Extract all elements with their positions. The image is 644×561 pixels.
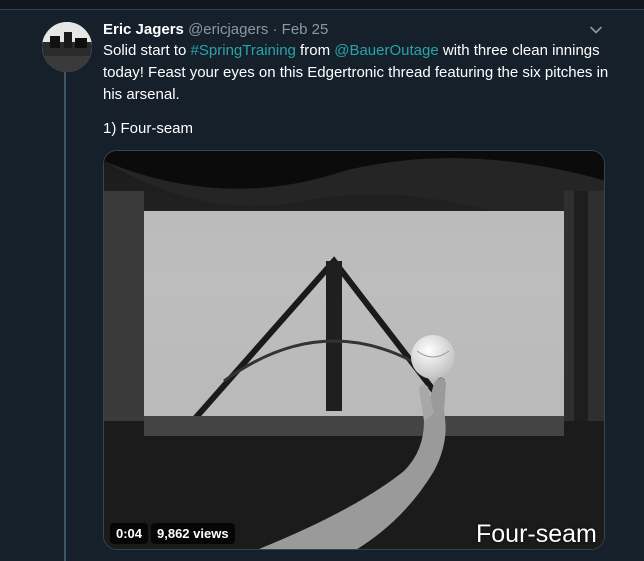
- avatar-image: [42, 22, 92, 72]
- video-caption-overlay: Four-seam: [476, 520, 597, 548]
- header-separator: ·: [272, 21, 278, 38]
- video-frame: [104, 151, 604, 549]
- thread-connector-line: [64, 70, 66, 561]
- hashtag-link[interactable]: #SpringTraining: [191, 42, 296, 59]
- mention-link[interactable]: @BauerOutage: [334, 42, 438, 59]
- tweet-text: Solid start to #SpringTraining from @Bau…: [103, 40, 613, 106]
- avatar[interactable]: [42, 22, 92, 72]
- thread-item-title: 1) Four-seam: [103, 120, 194, 137]
- tweet-date[interactable]: Feb 25: [282, 21, 329, 38]
- top-divider: [0, 0, 644, 10]
- author-handle[interactable]: @ericjagers: [188, 21, 268, 38]
- chevron-down-icon[interactable]: [588, 22, 604, 38]
- video-duration-badge: 0:04: [110, 523, 149, 544]
- tweet-header: Eric Jagers @ericjagers · Feb 25: [103, 20, 328, 40]
- author-name[interactable]: Eric Jagers: [103, 21, 184, 38]
- video-player[interactable]: [103, 150, 605, 550]
- video-views-badge: 9,862 views: [151, 523, 235, 544]
- tweet-text-part: Solid start to: [103, 42, 191, 59]
- tweet-text-part: from: [295, 42, 335, 59]
